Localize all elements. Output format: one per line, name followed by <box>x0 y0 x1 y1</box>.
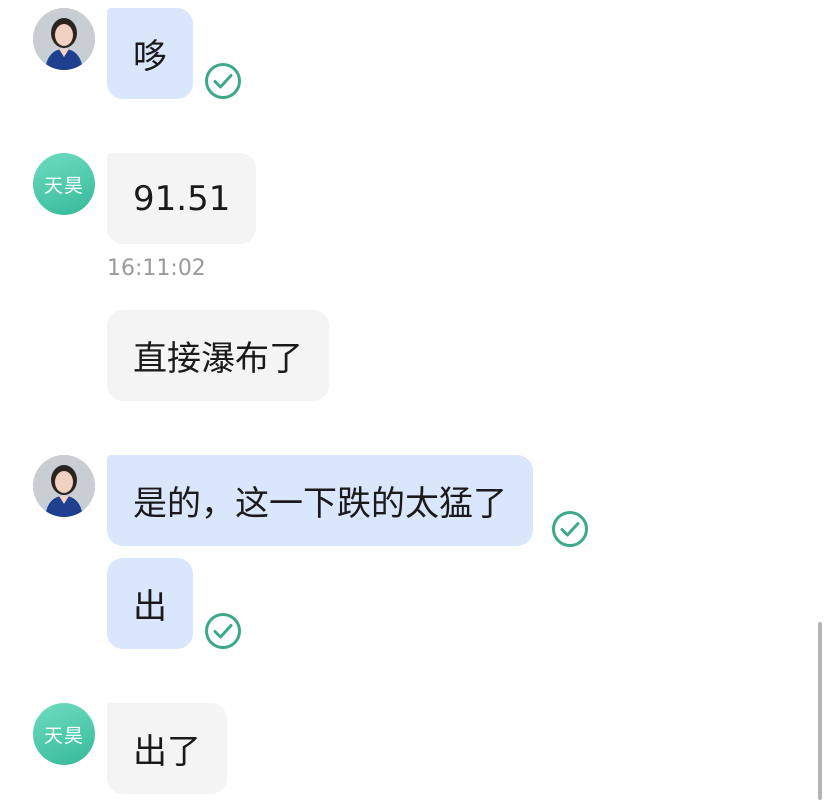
message-bubble[interactable]: 哆 <box>107 8 193 99</box>
person-photo-icon <box>33 8 95 70</box>
check-circle-icon <box>552 511 588 547</box>
message-bubble[interactable]: 91.51 <box>107 153 257 244</box>
chat-message-list[interactable]: 哆 天昊 91.51 16:11:02 直接瀑布了 是的，这一下跌的太猛了 出 <box>0 0 828 800</box>
scrollbar[interactable] <box>818 622 822 800</box>
check-circle-icon <box>205 613 241 649</box>
message-bubble[interactable]: 直接瀑布了 <box>107 310 329 401</box>
message-text: 出 <box>133 587 167 627</box>
contact-avatar[interactable]: 天昊 <box>33 703 95 765</box>
message-text: 是的，这一下跌的太猛了 <box>133 484 507 524</box>
self-avatar[interactable] <box>33 455 95 517</box>
check-circle-icon <box>205 63 241 99</box>
message-text: 91.51 <box>133 178 231 219</box>
message-bubble[interactable]: 出 <box>107 558 193 649</box>
message-bubble[interactable]: 是的，这一下跌的太猛了 <box>107 455 533 546</box>
contact-avatar[interactable]: 天昊 <box>33 153 95 215</box>
message-text: 出了 <box>133 732 201 772</box>
contact-avatar-label: 天昊 <box>43 174 84 197</box>
message-bubble[interactable]: 出了 <box>107 703 227 794</box>
self-avatar[interactable] <box>33 8 95 70</box>
message-text: 哆 <box>133 37 167 77</box>
message-timestamp: 16:11:02 <box>107 256 206 281</box>
person-photo-icon <box>33 455 95 517</box>
contact-avatar-label: 天昊 <box>43 724 84 747</box>
message-text: 直接瀑布了 <box>133 339 303 379</box>
